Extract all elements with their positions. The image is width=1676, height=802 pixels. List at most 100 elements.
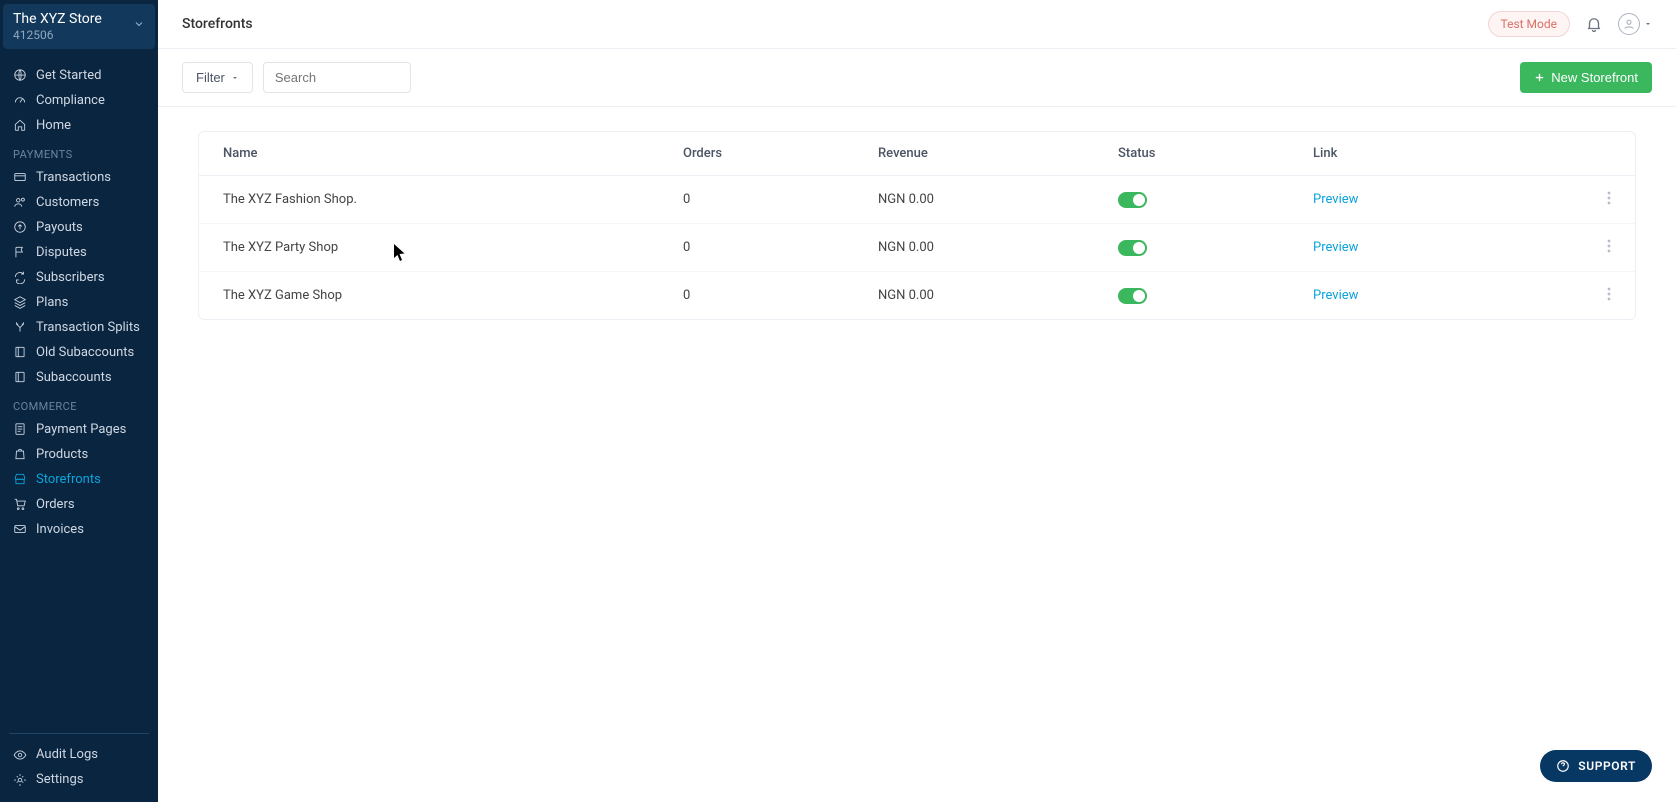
sidebar-item-home[interactable]: Home bbox=[3, 113, 155, 138]
sidebar-item-transactions[interactable]: Transactions bbox=[3, 165, 155, 190]
bell-icon bbox=[1585, 15, 1603, 33]
new-storefront-label: New Storefront bbox=[1551, 70, 1638, 85]
chevron-down-icon bbox=[133, 18, 145, 34]
kebab-icon bbox=[1607, 191, 1611, 205]
sidebar-item-label: Audit Logs bbox=[36, 747, 98, 762]
cell-link: Preview bbox=[1289, 272, 1583, 320]
sidebar-item-label: Transactions bbox=[36, 170, 111, 185]
sidebar-item-label: Invoices bbox=[36, 522, 84, 537]
sidebar-item-label: Subaccounts bbox=[36, 370, 112, 385]
sidebar-item-invoices[interactable]: Invoices bbox=[3, 517, 155, 542]
sidebar-item-label: Compliance bbox=[36, 93, 105, 108]
sidebar-item-label: Payouts bbox=[36, 220, 83, 235]
eye-icon bbox=[13, 748, 27, 762]
support-label: SUPPORT bbox=[1578, 759, 1636, 773]
user-menu[interactable] bbox=[1618, 13, 1652, 35]
sidebar: The XYZ Store 412506 Get Started Complia… bbox=[0, 0, 158, 802]
table-row[interactable]: The XYZ Party Shop 0 NGN 0.00 Preview bbox=[199, 224, 1635, 272]
cell-revenue: NGN 0.00 bbox=[854, 272, 1094, 320]
table-row[interactable]: The XYZ Fashion Shop. 0 NGN 0.00 Preview bbox=[199, 176, 1635, 224]
gear-icon bbox=[13, 773, 27, 787]
book-icon bbox=[13, 345, 27, 359]
cell-actions bbox=[1583, 176, 1635, 224]
book-icon bbox=[13, 370, 27, 384]
notifications-button[interactable] bbox=[1584, 14, 1604, 34]
sidebar-item-orders[interactable]: Orders bbox=[3, 492, 155, 517]
section-label-payments: PAYMENTS bbox=[3, 138, 155, 165]
globe-icon bbox=[13, 68, 27, 82]
sidebar-item-products[interactable]: Products bbox=[3, 442, 155, 467]
cell-link: Preview bbox=[1289, 176, 1583, 224]
status-toggle[interactable] bbox=[1118, 240, 1147, 256]
col-header-status: Status bbox=[1094, 132, 1289, 176]
preview-link[interactable]: Preview bbox=[1313, 240, 1358, 255]
sidebar-item-storefronts[interactable]: Storefronts bbox=[3, 467, 155, 492]
row-menu-button[interactable] bbox=[1607, 238, 1611, 257]
filter-button[interactable]: Filter bbox=[182, 62, 253, 93]
caret-down-icon bbox=[1644, 20, 1652, 28]
cell-name: The XYZ Fashion Shop. bbox=[199, 176, 659, 224]
cell-name: The XYZ Party Shop bbox=[199, 224, 659, 272]
status-toggle[interactable] bbox=[1118, 288, 1147, 304]
support-button[interactable]: SUPPORT bbox=[1540, 750, 1652, 782]
cell-revenue: NGN 0.00 bbox=[854, 176, 1094, 224]
sidebar-item-label: Orders bbox=[36, 497, 75, 512]
kebab-icon bbox=[1607, 287, 1611, 301]
mail-icon bbox=[13, 522, 27, 536]
preview-link[interactable]: Preview bbox=[1313, 192, 1358, 207]
sidebar-item-subaccounts[interactable]: Subaccounts bbox=[3, 365, 155, 390]
sidebar-item-compliance[interactable]: Compliance bbox=[3, 88, 155, 113]
store-name: The XYZ Store bbox=[13, 11, 102, 28]
sidebar-item-label: Home bbox=[36, 118, 71, 133]
cell-link: Preview bbox=[1289, 224, 1583, 272]
sidebar-item-get-started[interactable]: Get Started bbox=[3, 63, 155, 88]
preview-link[interactable]: Preview bbox=[1313, 288, 1358, 303]
sidebar-item-label: Disputes bbox=[36, 245, 87, 260]
layers-icon bbox=[13, 295, 27, 309]
sidebar-item-label: Transaction Splits bbox=[36, 320, 140, 335]
sidebar-item-payment-pages[interactable]: Payment Pages bbox=[3, 417, 155, 442]
table-row[interactable]: The XYZ Game Shop 0 NGN 0.00 Preview bbox=[199, 272, 1635, 320]
help-icon bbox=[1556, 759, 1570, 773]
bag-icon bbox=[13, 447, 27, 461]
cell-status bbox=[1094, 224, 1289, 272]
filter-label: Filter bbox=[196, 70, 225, 85]
card-icon bbox=[13, 170, 27, 184]
cell-status bbox=[1094, 272, 1289, 320]
cell-name: The XYZ Game Shop bbox=[199, 272, 659, 320]
plus-icon bbox=[1534, 72, 1545, 83]
gauge-icon bbox=[13, 93, 27, 107]
sidebar-item-transaction-splits[interactable]: Transaction Splits bbox=[3, 315, 155, 340]
sidebar-item-plans[interactable]: Plans bbox=[3, 290, 155, 315]
page-icon bbox=[13, 422, 27, 436]
sidebar-item-subscribers[interactable]: Subscribers bbox=[3, 265, 155, 290]
sidebar-item-settings[interactable]: Settings bbox=[3, 767, 155, 792]
sidebar-item-payouts[interactable]: Payouts bbox=[3, 215, 155, 240]
row-menu-button[interactable] bbox=[1607, 286, 1611, 305]
sidebar-item-old-subaccounts[interactable]: Old Subaccounts bbox=[3, 340, 155, 365]
toolbar: Filter New Storefront bbox=[158, 49, 1676, 107]
row-menu-button[interactable] bbox=[1607, 190, 1611, 209]
sidebar-item-label: Plans bbox=[36, 295, 68, 310]
sidebar-item-audit-logs[interactable]: Audit Logs bbox=[3, 742, 155, 767]
split-icon bbox=[13, 320, 27, 334]
search-input[interactable] bbox=[263, 62, 411, 93]
cell-actions bbox=[1583, 272, 1635, 320]
topbar: Storefronts Test Mode bbox=[158, 0, 1676, 49]
store-switcher[interactable]: The XYZ Store 412506 bbox=[3, 4, 155, 49]
users-icon bbox=[13, 195, 27, 209]
flag-icon bbox=[13, 245, 27, 259]
sidebar-item-customers[interactable]: Customers bbox=[3, 190, 155, 215]
sidebar-item-disputes[interactable]: Disputes bbox=[3, 240, 155, 265]
cart-icon bbox=[13, 497, 27, 511]
storefronts-table-card: Name Orders Revenue Status Link The XYZ … bbox=[198, 131, 1636, 320]
col-header-link: Link bbox=[1289, 132, 1583, 176]
status-toggle[interactable] bbox=[1118, 192, 1147, 208]
new-storefront-button[interactable]: New Storefront bbox=[1520, 62, 1652, 93]
col-header-name: Name bbox=[199, 132, 659, 176]
sidebar-item-label: Products bbox=[36, 447, 88, 462]
kebab-icon bbox=[1607, 239, 1611, 253]
sidebar-item-label: Subscribers bbox=[36, 270, 105, 285]
test-mode-badge[interactable]: Test Mode bbox=[1488, 11, 1571, 37]
sidebar-divider bbox=[9, 733, 149, 734]
